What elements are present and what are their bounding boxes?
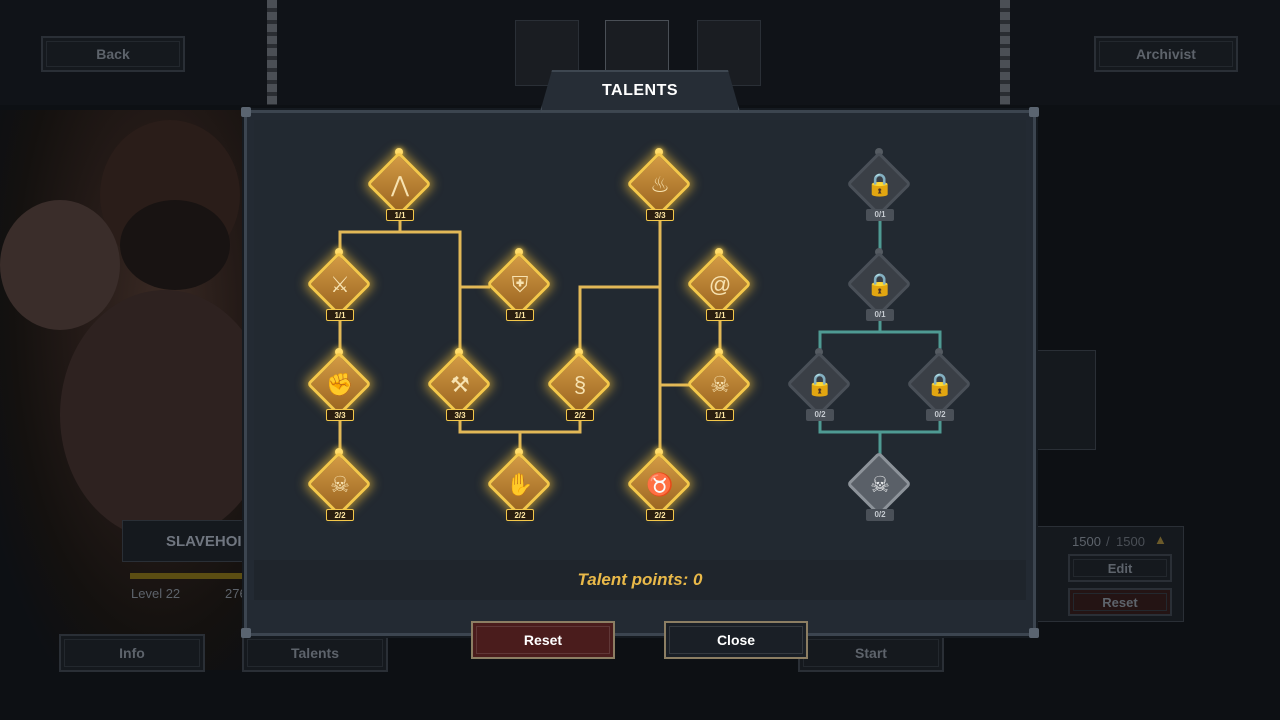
talent-rank: 2/2	[646, 509, 674, 521]
talent-rank: 3/3	[446, 409, 474, 421]
talent-rank: 2/2	[506, 509, 534, 521]
split-shield-icon: ⛨	[511, 272, 529, 297]
talent-rank: 3/3	[646, 209, 674, 221]
talent-node[interactable]: § 2/2	[546, 348, 612, 421]
talent-node-locked[interactable]: 🔒 0/1	[846, 148, 912, 221]
talent-node-locked[interactable]: 🔒 0/1	[846, 248, 912, 321]
close-button[interactable]: Close	[664, 621, 808, 659]
talent-node[interactable]: @ 1/1	[686, 248, 752, 321]
spiral-icon: @	[708, 272, 732, 297]
talent-node-locked[interactable]: 🔒 0/2	[786, 348, 852, 421]
chevron-stack-icon: ⋀	[390, 172, 410, 197]
talent-tree-connectors	[338, 215, 942, 460]
fist-icon: ✊	[326, 372, 354, 397]
whip-icon: §	[573, 372, 587, 397]
talent-node[interactable]: ♉ 2/2	[626, 448, 692, 521]
talent-rank: 3/3	[326, 409, 354, 421]
talent-node[interactable]: ✊ 3/3	[306, 348, 372, 421]
talent-node[interactable]: ⚒ 3/3	[426, 348, 492, 421]
skull-crossed-weapons-icon: ☠	[710, 372, 730, 397]
lock-icon: 🔒	[866, 272, 894, 297]
talent-node[interactable]: ⚔ 1/1	[306, 248, 372, 321]
talent-rank: 1/1	[706, 409, 734, 421]
talent-node-ultimate[interactable]: ☠ 0/2	[846, 451, 912, 521]
talent-node[interactable]: ☠ 1/1	[686, 348, 752, 421]
sword-shield-icon: ⚔	[330, 272, 350, 297]
beast-head-icon: ♉	[646, 472, 674, 497]
lock-icon: 🔒	[806, 372, 834, 397]
reset-label: Reset	[523, 632, 563, 648]
talent-node[interactable]: ♨ 3/3	[626, 148, 692, 221]
gold-connectors	[338, 215, 722, 460]
lock-icon: 🔒	[866, 172, 894, 197]
talent-rank: 2/2	[326, 509, 354, 521]
reset-button[interactable]: Reset	[471, 621, 615, 659]
close-label: Close	[716, 632, 756, 648]
crossed-axes-icon: ⚒	[450, 372, 470, 397]
lock-icon: 🔒	[926, 372, 954, 397]
talent-node[interactable]: ☠ 2/2	[306, 448, 372, 521]
talent-points-label: Talent points: 0	[577, 570, 703, 589]
talent-rank: 0/2	[866, 509, 894, 521]
talent-node[interactable]: ⛨ 1/1	[486, 248, 552, 321]
talent-rank: 0/2	[806, 409, 834, 421]
talent-rank: 1/1	[706, 309, 734, 321]
talent-rank: 2/2	[566, 409, 594, 421]
talent-rank: 0/1	[866, 209, 894, 221]
talent-rank: 1/1	[386, 209, 414, 221]
talent-rank: 0/2	[926, 409, 954, 421]
talent-rank: 1/1	[326, 309, 354, 321]
gauntlet-icon: ✋	[506, 472, 534, 497]
talent-rank: 1/1	[506, 309, 534, 321]
talent-rank: 0/1	[866, 309, 894, 321]
talent-node-locked[interactable]: 🔒 0/2	[906, 348, 972, 421]
skull-ultimate-icon: ☠	[870, 472, 890, 497]
talent-node[interactable]: ✋ 2/2	[486, 448, 552, 521]
skull-mask-icon: ☠	[330, 472, 350, 497]
flame-icon: ♨	[650, 172, 670, 197]
talent-node[interactable]: ⋀ 1/1	[366, 148, 432, 221]
